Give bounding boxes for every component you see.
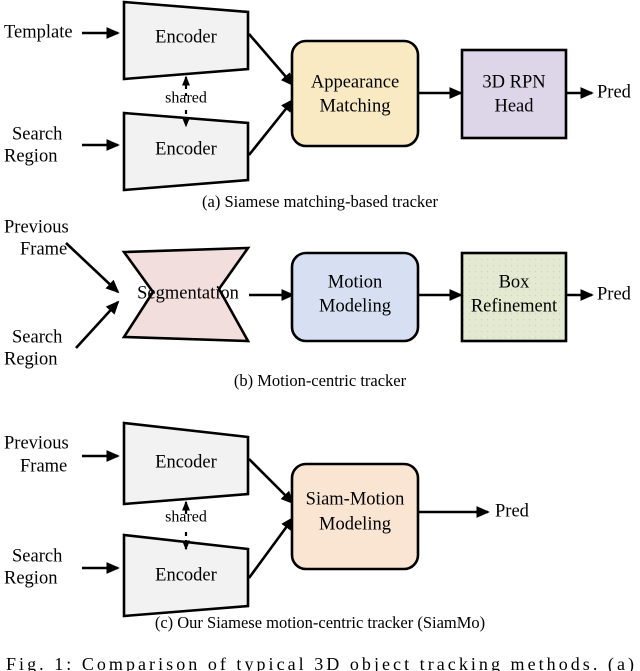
subcaption-b: (b) Motion-centric tracker: [234, 371, 407, 390]
label-shared-a: shared: [165, 90, 207, 107]
label-pred-b: Pred: [597, 284, 632, 304]
label-encoder-c-bottom: Encoder: [155, 565, 217, 585]
label-matching: Matching: [320, 96, 391, 116]
label-siam-modeling: Modeling: [319, 514, 391, 534]
label-encoder-a-top: Encoder: [155, 27, 217, 47]
label-modeling-b: Modeling: [319, 296, 391, 316]
label-shared-c: shared: [165, 509, 207, 526]
label-template: Template: [4, 22, 73, 42]
label-region-b: Region: [4, 349, 57, 369]
block-appearance-matching: [290, 39, 420, 148]
label-encoder-c-top: Encoder: [155, 452, 217, 472]
figure-caption: Fig. 1: Comparison of typical 3D object …: [6, 654, 634, 671]
subcaption-c: (c) Our Siamese motion-centric tracker (…: [155, 613, 485, 632]
label-siam-motion: Siam-Motion: [306, 489, 405, 509]
label-region-a: Region: [4, 146, 57, 166]
block-3d-rpn-head: [460, 48, 568, 140]
label-refinement: Refinement: [471, 296, 558, 316]
label-region-c: Region: [4, 568, 57, 588]
tracking-methods-diagram: Template Search Region Encoder Encoder s…: [0, 0, 640, 671]
label-pred-a: Pred: [597, 82, 632, 102]
label-motion: Motion: [328, 272, 382, 292]
label-appearance: Appearance: [311, 72, 399, 92]
subcaption-a: (a) Siamese matching-based tracker: [202, 192, 438, 211]
label-previous-c: Previous: [4, 433, 69, 453]
label-search-a: Search: [12, 124, 62, 144]
label-head: Head: [494, 96, 534, 116]
label-pred-c: Pred: [495, 501, 530, 521]
label-frame-c: Frame: [20, 456, 67, 476]
label-box: Box: [499, 272, 531, 292]
label-segmentation: Segmentation: [137, 283, 239, 303]
label-search-b: Search: [12, 327, 62, 347]
label-3d-rpn: 3D RPN: [482, 72, 545, 92]
label-frame-b: Frame: [20, 239, 67, 259]
label-encoder-a-bottom: Encoder: [155, 139, 217, 159]
label-search-c: Search: [12, 546, 62, 566]
label-previous-b: Previous: [4, 217, 69, 237]
figure-container: Template Search Region Encoder Encoder s…: [0, 0, 640, 671]
